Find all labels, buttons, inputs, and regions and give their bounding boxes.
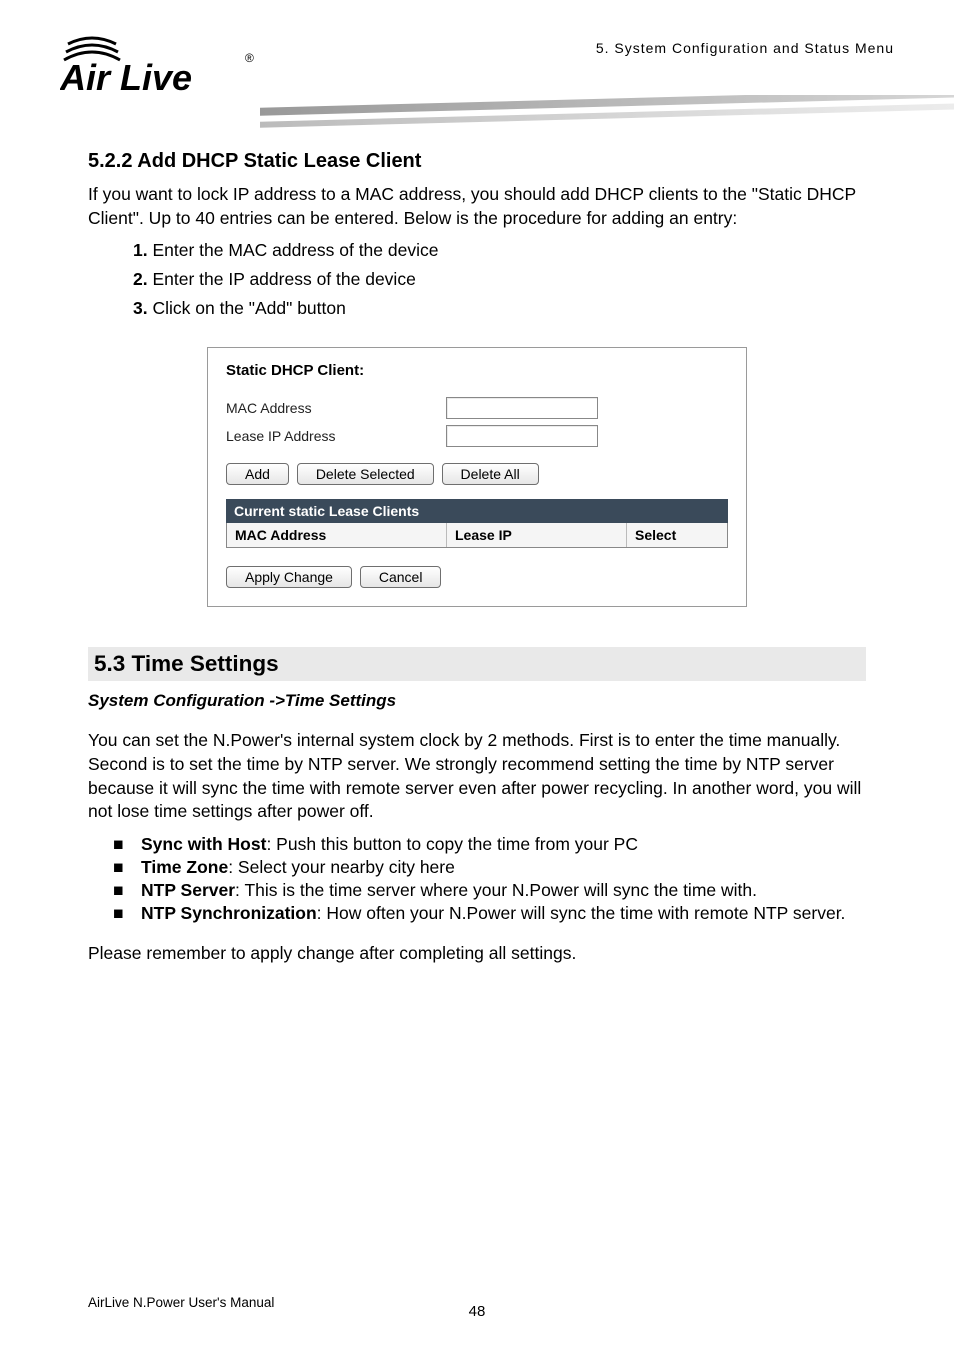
bullet-square-icon: ■ (113, 880, 141, 901)
screenshot-title: Static DHCP Client: (226, 362, 728, 379)
airlive-logo: Air Live ® (60, 30, 270, 105)
static-dhcp-screenshot: Static DHCP Client: MAC Address Lease IP… (207, 347, 747, 607)
step-text: Enter the MAC address of the device (152, 240, 438, 260)
col-lease-ip: Lease IP (447, 523, 627, 547)
bullet-square-icon: ■ (113, 903, 141, 924)
bullet-square-icon: ■ (113, 857, 141, 878)
delete-selected-button[interactable]: Delete Selected (297, 463, 434, 485)
intro-paragraph: If you want to lock IP address to a MAC … (88, 183, 866, 230)
apply-change-button[interactable]: Apply Change (226, 566, 352, 588)
lease-table-header-row: MAC Address Lease IP Select (226, 523, 728, 548)
bullet-bold: Time Zone (141, 857, 228, 877)
time-settings-paragraph: You can set the N.Power's internal syste… (88, 729, 866, 824)
nav-path: System Configuration ->Time Settings (88, 691, 866, 711)
heading-5-2-2: 5.2.2 Add DHCP Static Lease Client (88, 150, 866, 173)
col-select: Select (627, 523, 727, 547)
bullet-text: : Push this button to copy the time from… (266, 834, 638, 854)
lease-ip-input[interactable] (446, 425, 598, 447)
lease-ip-label: Lease IP Address (226, 428, 446, 444)
bullet-text: : How often your N.Power will sync the t… (317, 903, 846, 923)
breadcrumb: 5. System Configuration and Status Menu (596, 40, 894, 56)
cancel-button[interactable]: Cancel (360, 566, 442, 588)
time-settings-bullets: ■Sync with Host: Push this button to cop… (113, 834, 866, 924)
bullet-text: : Select your nearby city here (228, 857, 455, 877)
bullet-bold: NTP Server (141, 880, 235, 900)
mac-address-label: MAC Address (226, 400, 446, 416)
table-section-header: Current static Lease Clients (226, 499, 728, 523)
page-number: 48 (0, 1303, 954, 1320)
mac-address-input[interactable] (446, 397, 598, 419)
bullet-bold: NTP Synchronization (141, 903, 317, 923)
bullet-square-icon: ■ (113, 834, 141, 855)
step-number: 3. (133, 298, 148, 318)
step-number: 1. (133, 240, 148, 260)
col-mac: MAC Address (227, 523, 447, 547)
procedure-list: 1. Enter the MAC address of the device 2… (133, 240, 866, 319)
closing-paragraph: Please remember to apply change after co… (88, 942, 866, 966)
svg-text:®: ® (245, 51, 254, 65)
heading-5-3: 5.3 Time Settings (88, 647, 866, 681)
page-header: 5. System Configuration and Status Menu … (0, 0, 954, 130)
svg-text:Air Live: Air Live (60, 57, 192, 98)
add-button[interactable]: Add (226, 463, 289, 485)
header-divider-graphic (260, 95, 954, 135)
bullet-bold: Sync with Host (141, 834, 266, 854)
step-text: Enter the IP address of the device (152, 269, 415, 289)
step-text: Click on the "Add" button (152, 298, 345, 318)
step-number: 2. (133, 269, 148, 289)
delete-all-button[interactable]: Delete All (442, 463, 539, 485)
bullet-text: : This is the time server where your N.P… (235, 880, 757, 900)
